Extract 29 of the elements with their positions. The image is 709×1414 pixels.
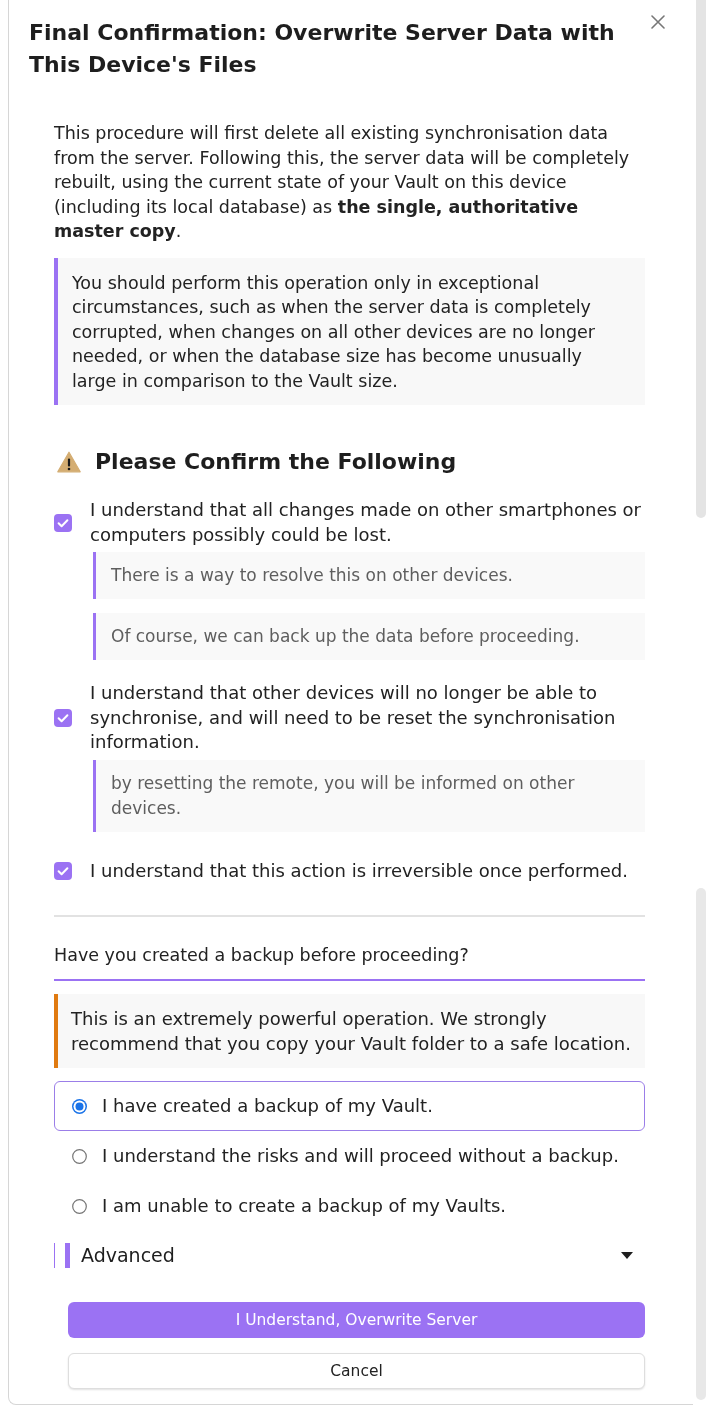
caret-down-icon	[621, 1252, 633, 1259]
backup-question: Have you created a backup before proceeding?	[54, 944, 470, 967]
dialog-title: Final Confirmation: Overwrite Server Data with This Device's Files	[29, 19, 616, 79]
checkbox-label: I understand that this action is irreversible once performed.	[90, 858, 628, 883]
checkbox[interactable]	[54, 513, 72, 532]
radio-option[interactable]: I am unable to create a backup of my Vaults.	[54, 1181, 645, 1231]
checkbox-label: I understand that other devices will no longer be able to synchronise, and will need to be reset the synchronisation information.	[90, 681, 617, 754]
checkbox[interactable]	[54, 708, 72, 727]
close-button[interactable]	[649, 13, 667, 31]
advanced-toggle[interactable]: Advanced	[54, 1243, 645, 1268]
intro-paragraph: This procedure will first delete all existing synchronisation data from the server. Following this, the server data will be completely rebuilt, using the current state of your Vault on this device (including its local database) as the single, authoritative master copy.	[54, 122, 631, 243]
section-heading: Please Confirm the Following	[95, 448, 457, 476]
note-callout: Of course, we can back up the data before proceeding.	[93, 613, 645, 660]
close-icon	[651, 15, 665, 29]
radio-option[interactable]: I understand the risks and will proceed without a backup.	[54, 1131, 645, 1181]
checkbox-label: I understand that all changes made on other smartphones or computers possibly could be lost.	[90, 498, 642, 547]
checkbox[interactable]	[54, 861, 72, 880]
scrollbar-thumb[interactable]	[696, 0, 706, 518]
warning-icon	[57, 451, 81, 473]
warning-callout: This is an extremely powerful operation. We strongly recommend that you copy your Vault folder to a safe location.	[54, 994, 645, 1068]
radio-button[interactable]	[72, 1098, 87, 1114]
accent-bar	[65, 1243, 70, 1268]
note-callout: There is a way to resolve this on other devices.	[93, 552, 645, 599]
cancel-button[interactable]: Cancel	[68, 1353, 645, 1389]
note-callout: by resetting the remote, you will be informed on other devices.	[93, 759, 645, 832]
radio-button[interactable]	[72, 1148, 87, 1164]
radio-option[interactable]: I have created a backup of my Vault.	[54, 1081, 645, 1131]
notice-callout: You should perform this operation only in exceptional circumstances, such as when the server data is completely corrupted, when changes on all other devices are no longer needed, or when the database size has become unusually large in comparison to the Vault size.	[54, 257, 645, 405]
radio-button[interactable]	[72, 1198, 87, 1214]
